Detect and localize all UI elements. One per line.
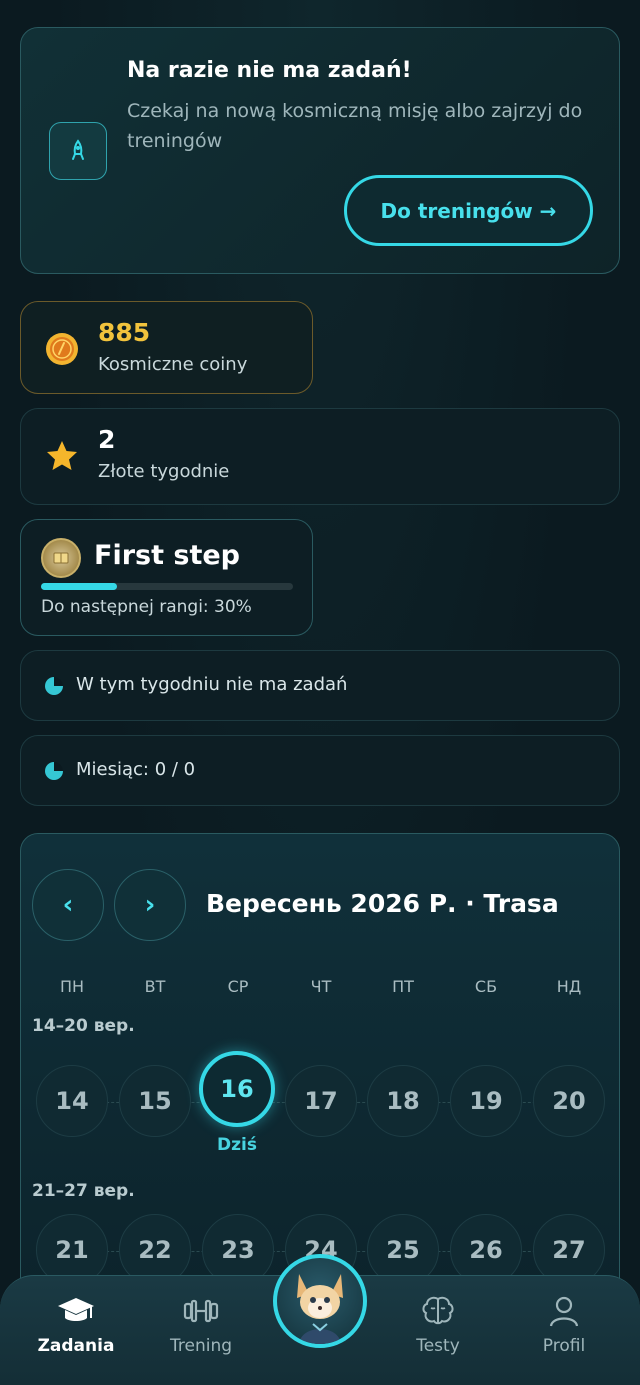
month-info-card: Miesiąc: 0 / 0 [20, 735, 620, 806]
empty-tasks-subtitle: Czekaj na nową kosmiczną misję albo zajr… [127, 100, 583, 152]
today-label: Dziś [217, 1135, 257, 1155]
coins-card: 885 Kosmiczne coiny [20, 301, 313, 394]
week-info-text: W tym tygodniu nie ma zadań [76, 674, 348, 695]
calendar-title: Вересень 2026 Р. · Trasa [206, 889, 559, 918]
gold-weeks-label: Złote tygodnie [98, 461, 230, 482]
tab-zadania[interactable]: Zadania [21, 1294, 131, 1356]
graduation-cap-icon [58, 1298, 94, 1321]
tab-label: Trening [169, 1336, 233, 1356]
month-info-text: Miesiąc: 0 / 0 [76, 759, 196, 780]
fox-mascot-icon [297, 1274, 343, 1344]
empty-tasks-title: Na razie nie ma zadań! [127, 58, 412, 83]
brain-icon [422, 1296, 454, 1325]
rank-card: First step Do następnej rangi: 30% [20, 519, 313, 636]
calendar-day[interactable]: 17 [285, 1065, 357, 1137]
week-info-card: W tym tygodniu nie ma zadań [20, 650, 620, 721]
weekday-label: ЧТ [310, 977, 332, 996]
rocket-icon [49, 122, 107, 180]
rank-next-label: Do następnej rangi: 30% [41, 597, 252, 617]
weekday-label: НД [556, 977, 582, 996]
page: Na razie nie ma zadań! Czekaj na nową ko… [0, 0, 640, 1385]
rank-name: First step [94, 540, 241, 571]
coins-value: 885 [98, 318, 151, 347]
bottom-tab-bar: Zadania Trening Testy Profil [0, 1254, 640, 1385]
tab-testy[interactable]: Testy [383, 1294, 493, 1356]
tab-label: Profil [542, 1336, 586, 1356]
rank-medal-icon [41, 538, 81, 578]
weekday-label: ПТ [392, 977, 414, 996]
next-month-button[interactable]: › [114, 869, 186, 941]
calendar-day-today[interactable]: 16 [199, 1051, 275, 1127]
empty-tasks-card: Na razie nie ma zadań! Czekaj na nową ko… [20, 27, 620, 274]
rank-progress-fill [41, 583, 117, 590]
go-to-trainings-button[interactable]: Do treningów → [344, 175, 593, 246]
star-icon [47, 441, 77, 470]
rank-progress-bar [41, 583, 293, 590]
weekday-label: ВТ [144, 977, 166, 996]
tab-label: Zadania [37, 1336, 115, 1356]
dumbbell-icon [183, 1299, 219, 1323]
weekday-label: СР [227, 977, 249, 996]
tab-trening[interactable]: Trening [146, 1294, 256, 1356]
week-range-label: 14–20 вер. [32, 1016, 135, 1036]
gold-weeks-value: 2 [98, 425, 116, 454]
coin-icon [46, 333, 78, 365]
calendar-week-row: 14 15 16 17 18 19 20 [21, 1051, 619, 1141]
coins-label: Kosmiczne coiny [98, 354, 248, 375]
pie-chart-icon [45, 677, 63, 695]
tab-label: Testy [416, 1336, 460, 1356]
weekday-header: ПН ВТ СР ЧТ ПТ СБ НД [21, 977, 619, 997]
user-icon [549, 1296, 579, 1327]
fox-avatar-button[interactable] [273, 1254, 367, 1348]
previous-month-button[interactable]: ‹ [32, 869, 104, 941]
gold-weeks-card: 2 Złote tygodnie [20, 408, 620, 505]
calendar-day[interactable]: 19 [450, 1065, 522, 1137]
calendar-day[interactable]: 14 [36, 1065, 108, 1137]
tab-profil[interactable]: Profil [509, 1294, 619, 1356]
week-range-label: 21–27 вер. [32, 1181, 135, 1201]
pie-chart-icon [45, 762, 63, 780]
calendar-day[interactable]: 15 [119, 1065, 191, 1137]
weekday-label: СБ [474, 977, 498, 996]
calendar-day[interactable]: 20 [533, 1065, 605, 1137]
calendar-day[interactable]: 18 [367, 1065, 439, 1137]
weekday-label: ПН [59, 977, 85, 996]
